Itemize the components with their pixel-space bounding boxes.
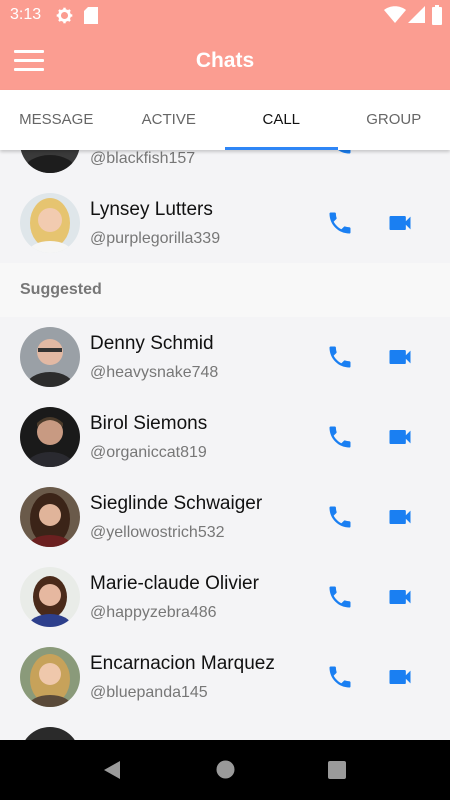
phone-call-icon[interactable] <box>326 423 354 451</box>
phone-call-icon[interactable] <box>326 503 354 531</box>
contact-list[interactable]: @blackfish157 Lynsey Lutters @purplegori… <box>0 150 450 740</box>
tab-group[interactable]: GROUP <box>338 90 450 150</box>
phone-call-icon[interactable] <box>326 343 354 371</box>
contact-handle: @happyzebra486 <box>90 604 217 621</box>
video-call-icon[interactable] <box>386 423 414 451</box>
contact-handle: @blackfish157 <box>90 150 196 167</box>
cell-signal-icon <box>408 6 425 23</box>
contact-handle: @yellowostrich532 <box>90 524 225 541</box>
video-call-icon[interactable] <box>386 209 414 237</box>
list-item[interactable]: Marie-claude Olivier @happyzebra486 <box>0 557 450 637</box>
contact-name: Sieglinde Schwaiger <box>90 493 263 514</box>
avatar[interactable] <box>20 407 80 467</box>
home-icon[interactable] <box>216 760 235 779</box>
list-item[interactable]: Denny Schmid @heavysnake748 <box>0 317 450 397</box>
contact-name: Lynsey Lutters <box>90 199 213 220</box>
contact-name: Encarnacion Marquez <box>90 653 275 674</box>
contact-handle: @purplegorilla339 <box>90 230 221 247</box>
wifi-icon <box>384 6 406 23</box>
contact-name: Denny Schmid <box>90 333 214 354</box>
list-item[interactable]: Sieglinde Schwaiger @yellowostrich532 <box>0 477 450 557</box>
list-item[interactable]: Birol Siemons @organiccat819 <box>0 397 450 477</box>
video-call-icon[interactable] <box>386 503 414 531</box>
video-call-icon[interactable] <box>386 583 414 611</box>
avatar[interactable] <box>20 647 80 707</box>
list-item[interactable]: Lynsey Lutters @purplegorilla339 <box>0 183 450 263</box>
page-title: Chats <box>195 49 255 72</box>
app-bar: Chats <box>0 30 450 90</box>
video-call-icon[interactable] <box>386 663 414 691</box>
tab-message[interactable]: MESSAGE <box>0 90 113 150</box>
list-item[interactable]: Encarnacion Marquez @bluepanda145 <box>0 637 450 717</box>
avatar[interactable] <box>20 327 80 387</box>
avatar[interactable] <box>20 150 80 173</box>
tab-call[interactable]: CALL <box>225 90 338 150</box>
back-icon[interactable] <box>102 760 122 780</box>
status-time: 3:13 <box>10 6 42 23</box>
contact-name: Birol Siemons <box>90 413 208 434</box>
sd-card-icon <box>84 7 98 24</box>
status-bar: 3:13 <box>0 0 450 30</box>
phone-call-icon[interactable] <box>326 663 354 691</box>
video-call-icon[interactable] <box>386 343 414 371</box>
section-title: Suggested <box>20 281 102 298</box>
list-item[interactable] <box>0 717 450 740</box>
avatar[interactable] <box>20 567 80 627</box>
gear-icon <box>56 7 73 24</box>
phone-call-icon[interactable] <box>326 583 354 611</box>
recents-icon[interactable] <box>328 761 346 779</box>
phone-call-icon[interactable] <box>326 150 354 157</box>
contact-handle: @bluepanda145 <box>90 684 208 701</box>
contact-name: Marie-claude Olivier <box>90 573 259 594</box>
phone-call-icon[interactable] <box>326 209 354 237</box>
battery-icon <box>432 5 442 25</box>
avatar[interactable] <box>20 193 80 253</box>
contact-handle: @organiccat819 <box>90 444 207 461</box>
avatar[interactable] <box>20 487 80 547</box>
video-call-icon[interactable] <box>386 150 414 157</box>
contact-handle: @heavysnake748 <box>90 364 219 381</box>
tab-active[interactable]: ACTIVE <box>113 90 226 150</box>
system-nav-bar <box>0 740 450 800</box>
avatar[interactable] <box>20 727 80 740</box>
tab-bar: MESSAGE ACTIVE CALL GROUP <box>0 90 450 150</box>
list-item[interactable]: @blackfish157 <box>0 150 450 183</box>
section-header-suggested: Suggested <box>0 263 450 317</box>
